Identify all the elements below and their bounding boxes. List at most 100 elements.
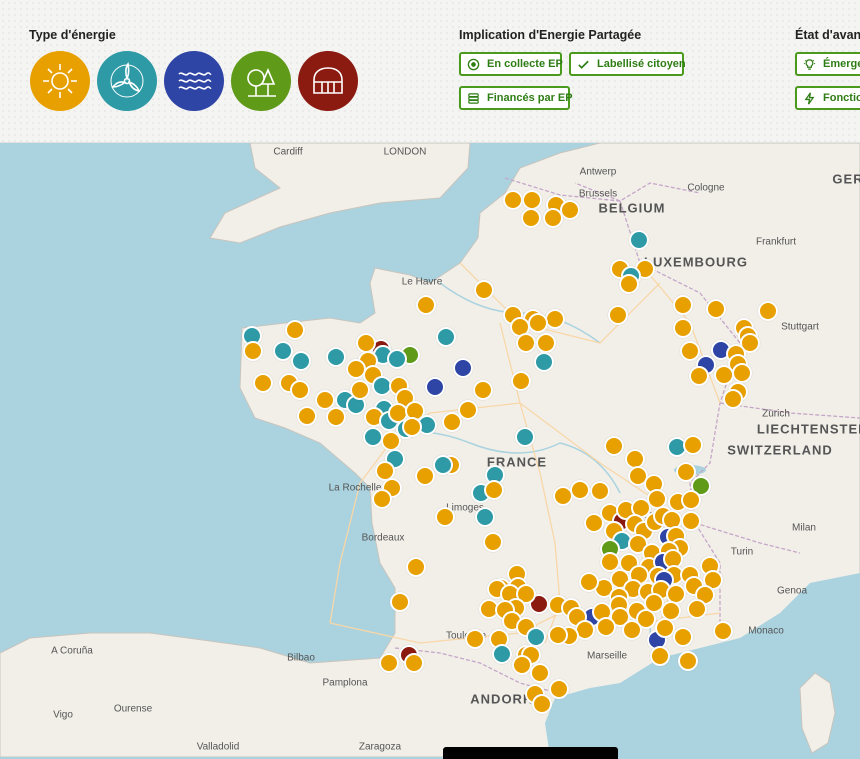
project-marker-solar[interactable]	[381, 431, 401, 451]
project-marker-solar[interactable]	[560, 200, 580, 220]
project-marker-solar[interactable]	[416, 295, 436, 315]
project-marker-wind[interactable]	[326, 347, 346, 367]
project-marker-solar[interactable]	[243, 341, 263, 361]
chip-labellise-citoyen[interactable]: Labellisé citoyen	[569, 52, 686, 76]
project-marker-solar[interactable]	[372, 489, 392, 509]
project-marker-solar[interactable]	[590, 481, 610, 501]
project-marker-solar[interactable]	[596, 617, 616, 637]
project-marker-solar[interactable]	[435, 507, 455, 527]
project-marker-solar[interactable]	[549, 679, 569, 699]
project-marker-solar[interactable]	[522, 190, 542, 210]
project-marker-wind[interactable]	[515, 427, 535, 447]
project-marker-solar[interactable]	[532, 694, 552, 714]
project-marker-solar[interactable]	[253, 373, 273, 393]
project-marker-solar[interactable]	[678, 651, 698, 671]
project-marker-solar[interactable]	[681, 490, 701, 510]
project-marker-solar[interactable]	[297, 406, 317, 426]
water-waves-icon	[178, 72, 212, 90]
project-marker-wind[interactable]	[273, 341, 293, 361]
project-marker-solar[interactable]	[511, 371, 531, 391]
project-marker-solar[interactable]	[350, 380, 370, 400]
project-marker-wind[interactable]	[534, 352, 554, 372]
project-marker-solar[interactable]	[706, 299, 726, 319]
project-marker-solar[interactable]	[503, 190, 523, 210]
project-marker-solar[interactable]	[530, 663, 550, 683]
bottom-toolbar[interactable]	[443, 747, 618, 759]
project-marker-solar[interactable]	[458, 400, 478, 420]
city-label: Milan	[792, 522, 816, 534]
lightning-bolt-icon	[804, 92, 815, 104]
project-marker-solar[interactable]	[285, 320, 305, 340]
project-marker-hydro[interactable]	[453, 358, 473, 378]
project-marker-solar[interactable]	[406, 557, 426, 577]
project-marker-solar[interactable]	[604, 436, 624, 456]
project-marker-solar[interactable]	[713, 621, 733, 641]
chip-fonctionnement[interactable]: Fonction	[795, 86, 860, 110]
project-marker-solar[interactable]	[379, 653, 399, 673]
project-marker-solar[interactable]	[402, 417, 422, 437]
chip-emerge[interactable]: Émerge	[795, 52, 860, 76]
project-marker-solar[interactable]	[714, 365, 734, 385]
project-marker-solar[interactable]	[528, 313, 548, 333]
energy-filter-wind[interactable]	[97, 51, 157, 111]
project-marker-wind[interactable]	[526, 627, 546, 647]
project-marker-solar[interactable]	[650, 646, 670, 666]
project-marker-solar[interactable]	[687, 599, 707, 619]
project-marker-wind[interactable]	[387, 349, 407, 369]
project-marker-solar[interactable]	[758, 301, 778, 321]
project-marker-solar[interactable]	[404, 653, 424, 673]
project-marker-wind[interactable]	[433, 455, 453, 475]
project-marker-solar[interactable]	[689, 366, 709, 386]
project-marker-solar[interactable]	[683, 435, 703, 455]
project-marker-wind[interactable]	[475, 507, 495, 527]
project-marker-wind[interactable]	[363, 427, 383, 447]
project-marker-solar[interactable]	[390, 592, 410, 612]
project-marker-solar[interactable]	[673, 627, 693, 647]
project-marker-solar[interactable]	[326, 407, 346, 427]
project-marker-solar[interactable]	[619, 274, 639, 294]
project-marker-wind[interactable]	[291, 351, 311, 371]
project-marker-solar[interactable]	[681, 511, 701, 531]
map-view[interactable]: BELGIUM LUXEMBOURG FRANCE SWITZERLAND LIECHT…	[0, 143, 860, 757]
project-marker-wind[interactable]	[436, 327, 456, 347]
project-marker-solar[interactable]	[484, 480, 504, 500]
implication-title: Implication d'Energie Partagée	[459, 28, 642, 42]
project-marker-solar[interactable]	[545, 309, 565, 329]
project-marker-hydro[interactable]	[425, 377, 445, 397]
energy-filter-biomass[interactable]	[231, 51, 291, 111]
country-label: LUXEMBOURG	[644, 254, 748, 270]
project-marker-wind[interactable]	[629, 230, 649, 250]
project-marker-solar[interactable]	[655, 618, 675, 638]
project-marker-solar[interactable]	[474, 280, 494, 300]
project-marker-solar[interactable]	[673, 295, 693, 315]
chip-en-collecte[interactable]: En collecte EP	[459, 52, 563, 76]
project-marker-solar[interactable]	[536, 333, 556, 353]
project-marker-solar[interactable]	[512, 655, 532, 675]
project-marker-solar[interactable]	[732, 363, 752, 383]
project-marker-solar[interactable]	[579, 572, 599, 592]
energy-filter-hydro[interactable]	[164, 51, 224, 111]
project-marker-solar[interactable]	[415, 466, 435, 486]
energy-filter-solar[interactable]	[30, 51, 90, 111]
project-marker-solar[interactable]	[290, 380, 310, 400]
project-marker-wind[interactable]	[492, 644, 512, 664]
project-marker-solar[interactable]	[521, 208, 541, 228]
wind-turbine-icon	[110, 61, 144, 98]
country-label: LIECHTENSTEIN	[756, 421, 860, 437]
project-marker-solar[interactable]	[516, 333, 536, 353]
chip-label: En collecte EP	[487, 58, 563, 70]
chip-finances-par-ep[interactable]: Financés par EP	[459, 86, 573, 110]
project-marker-solar[interactable]	[473, 380, 493, 400]
project-marker-solar[interactable]	[543, 208, 563, 228]
energy-filter-other[interactable]	[298, 51, 358, 111]
project-marker-solar[interactable]	[483, 532, 503, 552]
project-marker-solar[interactable]	[723, 389, 743, 409]
project-marker-solar[interactable]	[465, 629, 485, 649]
project-marker-solar[interactable]	[570, 480, 590, 500]
project-marker-solar[interactable]	[608, 305, 628, 325]
project-marker-solar[interactable]	[673, 318, 693, 338]
project-marker-solar[interactable]	[548, 625, 568, 645]
project-marker-solar[interactable]	[622, 620, 642, 640]
city-label: Cologne	[687, 182, 725, 194]
city-label: Turin	[730, 546, 754, 558]
